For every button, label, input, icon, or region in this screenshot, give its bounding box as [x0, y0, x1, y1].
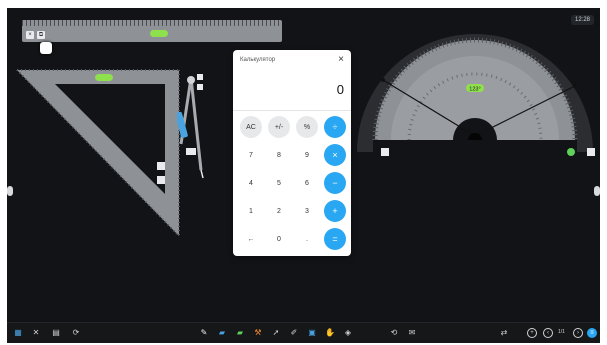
ruler-ticks	[22, 20, 282, 26]
calculator-keypad: AC +/- % ÷ 7 8 9 × 4 5 6 − 1 2 3 + ← 0 .…	[238, 114, 348, 254]
pointer-icon[interactable]: ➚	[271, 328, 281, 338]
ruler-drag-handle[interactable]	[150, 30, 168, 37]
add-page-icon[interactable]: +	[527, 328, 537, 338]
eraser-icon[interactable]: ▰	[217, 328, 227, 338]
grid-icon[interactable]: ▦	[13, 328, 23, 338]
close-icon[interactable]: ×	[26, 31, 34, 39]
next-page-icon[interactable]: ›	[573, 328, 583, 338]
copy-icon[interactable]	[197, 84, 203, 90]
confirm-icon[interactable]	[567, 148, 575, 156]
digit-5-button[interactable]: 5	[268, 172, 290, 194]
copy-icon[interactable]: ⧉	[37, 31, 45, 39]
angle-value: 123°	[469, 87, 480, 93]
decimal-button[interactable]: .	[296, 228, 318, 250]
note-icon[interactable]: ✉	[407, 328, 417, 338]
hand-icon[interactable]: ✋	[325, 328, 335, 338]
hammer-icon[interactable]: ⚒	[253, 328, 263, 338]
percent-button[interactable]: %	[296, 116, 318, 138]
close-icon[interactable]	[197, 74, 203, 80]
subtract-button[interactable]: −	[324, 172, 346, 194]
rotate-handle[interactable]	[40, 42, 52, 54]
close-icon[interactable]	[157, 176, 165, 184]
calculator-window[interactable]: Калькулятор × 0 AC +/- % ÷ 7 8 9 × 4 5 6…	[233, 50, 351, 256]
digit-2-button[interactable]: 2	[268, 200, 290, 222]
compass-tool[interactable]	[177, 72, 221, 182]
menu-icon[interactable]: ≡	[587, 328, 597, 338]
protractor-tool[interactable]: 123°	[353, 16, 597, 166]
refresh-icon[interactable]: ⟳	[71, 328, 81, 338]
multiply-button[interactable]: ×	[324, 144, 346, 166]
calculator-display: 0	[336, 82, 344, 97]
calculator-title: Калькулятор	[240, 57, 276, 63]
digit-0-button[interactable]: 0	[268, 228, 290, 250]
page-indicator: 1/1	[558, 329, 565, 335]
sign-toggle-button[interactable]: +/-	[268, 116, 290, 138]
digit-3-button[interactable]: 3	[296, 200, 318, 222]
digit-4-button[interactable]: 4	[240, 172, 262, 194]
image-icon[interactable]: ▣	[307, 328, 317, 338]
whiteboard-canvas[interactable]: 12:28 × ⧉ Калькулятор × 0 AC +/- % ÷ 7 8…	[7, 8, 600, 343]
swap-icon[interactable]: ⇄	[499, 328, 509, 338]
pen-icon[interactable]: ✎	[199, 328, 209, 338]
clear-button[interactable]: AC	[240, 116, 262, 138]
right-panel-toggle[interactable]	[594, 186, 600, 196]
close-icon[interactable]	[381, 148, 389, 156]
shapes-icon[interactable]: ◈	[343, 328, 353, 338]
highlighter-icon[interactable]: ▰	[235, 328, 245, 338]
set-square-drag-handle[interactable]	[95, 74, 113, 81]
tools-icon[interactable]: ✕	[31, 328, 41, 338]
digit-1-button[interactable]: 1	[240, 200, 262, 222]
copy-icon[interactable]	[587, 148, 595, 156]
add-button[interactable]: +	[324, 200, 346, 222]
prev-page-icon[interactable]: ‹	[543, 328, 553, 338]
close-button[interactable]: ×	[338, 54, 344, 65]
digit-8-button[interactable]: 8	[268, 144, 290, 166]
marker-icon[interactable]: ✐	[289, 328, 299, 338]
digit-7-button[interactable]: 7	[240, 144, 262, 166]
equals-button[interactable]: =	[324, 228, 346, 250]
digit-9-button[interactable]: 9	[296, 144, 318, 166]
table-icon[interactable]: ▤	[51, 328, 61, 338]
divide-button[interactable]: ÷	[324, 116, 346, 138]
bottom-toolbar: ▦ ✕ ▤ ⟳ ✎ ▰ ▰ ⚒ ➚ ✐ ▣ ✋ ◈ ⟲ ✉ ⇄ + ‹ 1/1 …	[7, 322, 600, 343]
divider	[233, 110, 351, 111]
digit-6-button[interactable]: 6	[296, 172, 318, 194]
copy-icon[interactable]	[157, 162, 165, 170]
clear-icon[interactable]: ⟲	[389, 328, 399, 338]
backspace-button[interactable]: ←	[240, 228, 262, 250]
set-square-tool[interactable]	[15, 68, 181, 238]
ruler-tool[interactable]: × ⧉	[22, 20, 282, 42]
left-panel-toggle[interactable]	[7, 186, 13, 196]
